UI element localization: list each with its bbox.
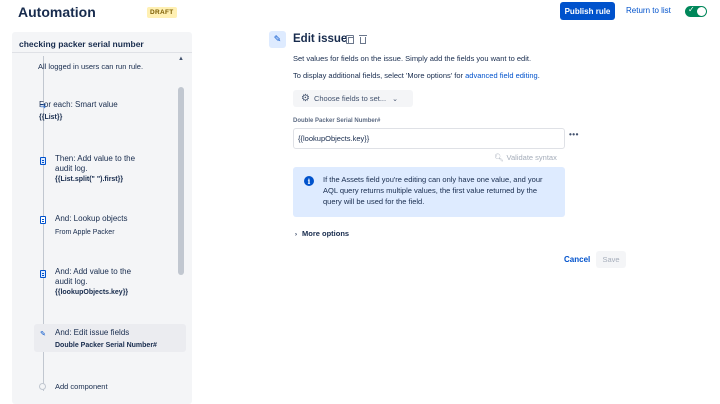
component-add-audit-value-1[interactable]: Then: Add value to the audit log. {{List… [36, 151, 186, 187]
choose-fields-dropdown[interactable]: ⚙ Choose fields to set... ⌄ [293, 90, 413, 107]
trash-icon[interactable] [359, 35, 367, 44]
add-component-dot [39, 383, 46, 390]
gear-icon: ⚙ [301, 93, 310, 104]
add-component-link[interactable]: Add component [55, 382, 108, 392]
info-message: If the Assets field you're editing can o… [323, 175, 543, 206]
more-info-suffix: . [537, 71, 540, 80]
chevron-right-icon: › [295, 232, 297, 238]
rule-sidebar: checking packer serial number ▲ All logg… [12, 32, 192, 404]
rule-name: checking packer serial number [19, 39, 144, 49]
divider [12, 52, 192, 53]
document-icon [39, 269, 47, 278]
field-label: Double Packer Serial Number# [293, 118, 381, 124]
cancel-button[interactable]: Cancel [564, 255, 590, 264]
component-for-each[interactable]: ⇉ For each: Smart value {{List}} [36, 98, 186, 126]
page-title: Edit issue [293, 33, 348, 45]
lookup-icon [39, 215, 47, 224]
trigger-note: All logged in users can run rule. [36, 60, 186, 74]
validate-label: Validate syntax [506, 153, 557, 162]
component-subtitle: {{List.split(" ").first}} [55, 176, 124, 183]
field-value-input[interactable]: {{lookupObjects.key}} [293, 128, 565, 149]
chevron-down-icon: ⌄ [392, 95, 398, 103]
choose-fields-label: Choose fields to set... [313, 94, 387, 103]
rule-enabled-toggle[interactable]: ✓ [685, 5, 707, 17]
save-button[interactable]: Save [596, 251, 626, 268]
component-subtitle: {{List}} [39, 114, 63, 121]
more-info-text: To display additional fields, select 'Mo… [293, 71, 540, 80]
status-badge: DRAFT [147, 7, 177, 18]
document-icon [39, 156, 47, 165]
component-title-line2: audit log. [55, 277, 88, 286]
advanced-field-editing-link[interactable]: advanced field editing [465, 71, 538, 80]
info-panel: i If the Assets field you're editing can… [293, 167, 565, 217]
component-lookup-objects[interactable]: And: Lookup objects From Apple Packer [36, 211, 186, 239]
trigger-note-text: All logged in users can run rule. [38, 62, 144, 71]
validate-syntax-button[interactable]: 🔍︎ Validate syntax [494, 153, 557, 162]
component-subtitle: Double Packer Serial Number# [55, 342, 157, 349]
return-to-list-link[interactable]: Return to list [626, 6, 671, 15]
pencil-icon: ✎ [40, 330, 46, 338]
description-text: Set values for fields on the issue. Simp… [293, 54, 532, 63]
info-icon: i [304, 176, 314, 186]
check-icon: ✓ [688, 5, 695, 14]
component-title: And: Edit issue fields [55, 328, 130, 337]
edit-issue-icon: ✎ [269, 31, 286, 48]
toggle-knob [697, 7, 706, 16]
component-title: For each: Smart value [39, 100, 118, 109]
app-title: Automation [18, 4, 96, 20]
more-options-toggle[interactable]: › More options [295, 229, 349, 238]
publish-rule-button[interactable]: Publish rule [560, 2, 615, 20]
component-title: Then: Add value to the [55, 154, 136, 163]
component-title: And: Add value to the [55, 267, 132, 276]
component-subtitle: {{lookupObjects.key}} [55, 289, 129, 296]
more-options-label: More options [302, 229, 350, 238]
component-subtitle: From Apple Packer [55, 229, 115, 236]
component-add-audit-value-2[interactable]: And: Add value to the audit log. {{looku… [36, 264, 186, 300]
component-edit-issue-fields[interactable]: ✎ And: Edit issue fields Double Packer S… [34, 324, 186, 352]
more-actions-icon[interactable]: ••• [569, 130, 579, 139]
component-title: And: Lookup objects [55, 214, 128, 223]
more-info-prefix: To display additional fields, select 'Mo… [293, 71, 466, 80]
component-title-line2: audit log. [55, 164, 88, 173]
copy-icon[interactable] [346, 35, 354, 44]
search-icon: 🔍︎ [494, 153, 504, 162]
